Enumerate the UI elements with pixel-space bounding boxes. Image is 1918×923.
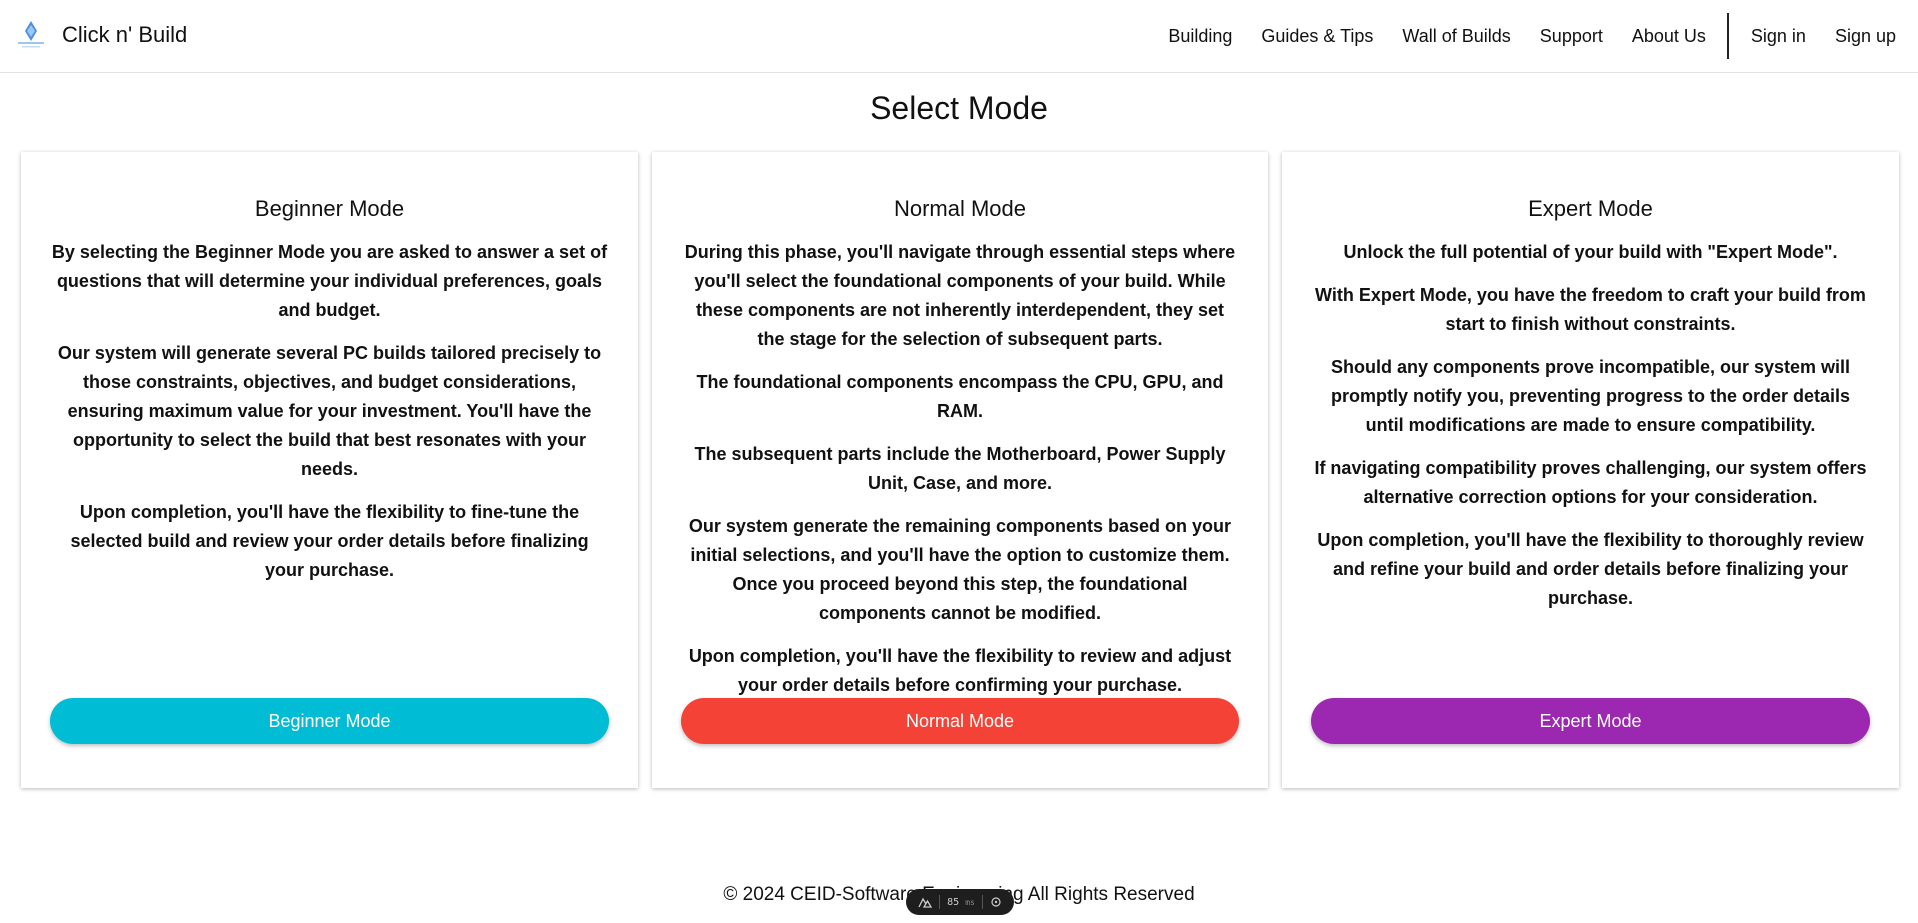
card-paragraph: Upon completion, you'll have the flexibi… [70, 502, 589, 580]
divider [938, 895, 940, 909]
card-paragraph: The subsequent parts include the Motherb… [694, 444, 1226, 493]
top-navbar: Click n' Build Building Guides & Tips Wa… [0, 0, 1918, 73]
card-title: Normal Mode [893, 196, 1027, 221]
card-paragraph: Upon completion, you'll have the flexibi… [1317, 530, 1864, 608]
card-paragraph: The foundational components encompass th… [696, 372, 1224, 421]
response-time: 85 ms [947, 897, 975, 908]
card-paragraph: Should any components prove incompatible… [1330, 357, 1851, 435]
response-time-value: 85 [947, 896, 960, 908]
nav-support[interactable]: Support [1540, 26, 1603, 47]
normal-mode-button[interactable]: Normal Mode [681, 698, 1239, 744]
divider [982, 895, 984, 909]
card-paragraph: By selecting the Beginner Mode you are a… [51, 242, 608, 320]
card-paragraph: With Expert Mode, you have the freedom t… [1315, 285, 1866, 334]
normal-mode-card: Normal Mode During this phase, you'll na… [652, 152, 1268, 788]
card-title: Expert Mode [1528, 196, 1653, 221]
expert-mode-button[interactable]: Expert Mode [1311, 698, 1870, 744]
nav-divider [1726, 13, 1729, 59]
brand-name: Click n' Build [62, 22, 188, 47]
card-title: Beginner Mode [254, 196, 405, 221]
response-time-unit: ms [965, 897, 975, 907]
card-paragraph: During this phase, you'll navigate throu… [684, 242, 1236, 349]
card-description: By selecting the Beginner Mode you are a… [50, 238, 609, 599]
nav-about-us[interactable]: About Us [1632, 26, 1706, 47]
beginner-mode-card: Beginner Mode By selecting the Beginner … [21, 152, 638, 788]
brand-logo-icon [18, 21, 44, 48]
main-nav: Building Guides & Tips Wall of Builds Su… [1168, 0, 1896, 72]
card-description: During this phase, you'll navigate throu… [681, 238, 1239, 714]
card-description: Unlock the full potential of your build … [1311, 238, 1870, 627]
nav-building[interactable]: Building [1168, 26, 1232, 47]
nav-sign-up[interactable]: Sign up [1835, 26, 1896, 47]
card-paragraph: If navigating compatibility proves chall… [1314, 458, 1867, 507]
card-paragraph: Our system will generate several PC buil… [57, 343, 602, 479]
nav-sign-in[interactable]: Sign in [1751, 26, 1806, 47]
expert-mode-card: Expert Mode Unlock the full potential of… [1282, 152, 1899, 788]
nav-wall-of-builds[interactable]: Wall of Builds [1402, 26, 1510, 47]
card-paragraph: Our system generate the remaining compon… [688, 516, 1232, 623]
brand[interactable]: Click n' Build [14, 20, 187, 50]
nuxt-logo-icon [918, 897, 932, 908]
page-title: Select Mode [870, 90, 1048, 126]
nav-guides-tips[interactable]: Guides & Tips [1261, 26, 1373, 47]
beginner-mode-button[interactable]: Beginner Mode [50, 698, 609, 744]
perf-overlay[interactable]: 85 ms [906, 889, 1014, 915]
card-paragraph: Unlock the full potential of your build … [1343, 242, 1838, 262]
inspect-target-icon[interactable] [990, 896, 1002, 908]
card-paragraph: Upon completion, you'll have the flexibi… [688, 646, 1232, 695]
